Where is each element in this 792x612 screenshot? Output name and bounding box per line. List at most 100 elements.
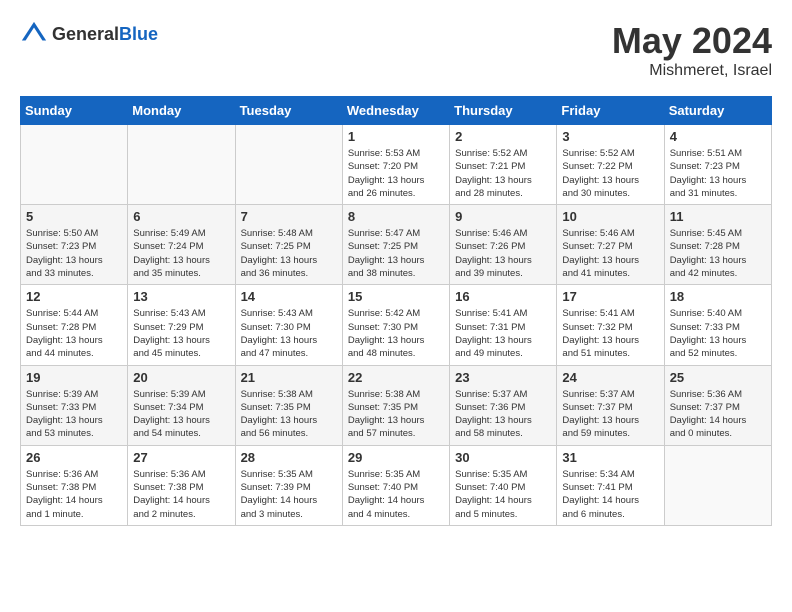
calendar-day-29: 29 Sunrise: 5:35 AM Sunset: 7:40 PM Dayli… (342, 445, 449, 525)
day-number: 6 (133, 209, 229, 224)
calendar-header-row: SundayMondayTuesdayWednesdayThursdayFrid… (21, 97, 772, 125)
day-info: Sunrise: 5:38 AM Sunset: 7:35 PM Dayligh… (348, 388, 444, 441)
calendar-day-11: 11 Sunrise: 5:45 AM Sunset: 7:28 PM Dayli… (664, 205, 771, 285)
logo-general-text: General (52, 24, 119, 44)
calendar-table: SundayMondayTuesdayWednesdayThursdayFrid… (20, 96, 772, 526)
calendar-day-4: 4Sunrise: 5:51 AM Sunset: 7:23 PM Daylig… (664, 125, 771, 205)
day-header-thursday: Thursday (450, 97, 557, 125)
day-header-saturday: Saturday (664, 97, 771, 125)
day-header-monday: Monday (128, 97, 235, 125)
day-info: Sunrise: 5:46 AM Sunset: 7:26 PM Dayligh… (455, 227, 551, 280)
day-header-sunday: Sunday (21, 97, 128, 125)
calendar-day-18: 18 Sunrise: 5:40 AM Sunset: 7:33 PM Dayli… (664, 285, 771, 365)
day-info: Sunrise: 5:37 AM Sunset: 7:37 PM Dayligh… (562, 388, 658, 441)
calendar-day-30: 30 Sunrise: 5:35 AM Sunset: 7:40 PM Dayli… (450, 445, 557, 525)
calendar-day-15: 15Sunrise: 5:42 AM Sunset: 7:30 PM Dayli… (342, 285, 449, 365)
day-info: Sunrise: 5:43 AM Sunset: 7:30 PM Dayligh… (241, 307, 337, 360)
day-info: Sunrise: 5:35 AM Sunset: 7:40 PM Dayligh… (455, 468, 551, 521)
day-number: 19 (26, 370, 122, 385)
day-info: Sunrise: 5:47 AM Sunset: 7:25 PM Dayligh… (348, 227, 444, 280)
day-info: Sunrise: 5:52 AM Sunset: 7:22 PM Dayligh… (562, 147, 658, 200)
day-number: 11 (670, 209, 766, 224)
day-info: Sunrise: 5:36 AM Sunset: 7:38 PM Dayligh… (26, 468, 122, 521)
day-number: 18 (670, 289, 766, 304)
calendar-day-12: 12 Sunrise: 5:44 AM Sunset: 7:28 PM Dayli… (21, 285, 128, 365)
day-info: Sunrise: 5:42 AM Sunset: 7:30 PM Dayligh… (348, 307, 444, 360)
calendar-day-2: 2 Sunrise: 5:52 AM Sunset: 7:21 PM Daylig… (450, 125, 557, 205)
calendar-day-8: 8 Sunrise: 5:47 AM Sunset: 7:25 PM Daylig… (342, 205, 449, 285)
day-info: Sunrise: 5:41 AM Sunset: 7:32 PM Dayligh… (562, 307, 658, 360)
calendar-day-6: 6Sunrise: 5:49 AM Sunset: 7:24 PM Daylig… (128, 205, 235, 285)
day-info: Sunrise: 5:52 AM Sunset: 7:21 PM Dayligh… (455, 147, 551, 200)
day-number: 22 (348, 370, 444, 385)
day-info: Sunrise: 5:39 AM Sunset: 7:34 PM Dayligh… (133, 388, 229, 441)
calendar-day-22: 22 Sunrise: 5:38 AM Sunset: 7:35 PM Dayli… (342, 365, 449, 445)
day-header-friday: Friday (557, 97, 664, 125)
day-info: Sunrise: 5:43 AM Sunset: 7:29 PM Dayligh… (133, 307, 229, 360)
day-number: 26 (26, 450, 122, 465)
day-info: Sunrise: 5:53 AM Sunset: 7:20 PM Dayligh… (348, 147, 444, 200)
day-number: 27 (133, 450, 229, 465)
day-info: Sunrise: 5:36 AM Sunset: 7:37 PM Dayligh… (670, 388, 766, 441)
calendar-title: May 2024 (612, 20, 772, 62)
day-info: Sunrise: 5:41 AM Sunset: 7:31 PM Dayligh… (455, 307, 551, 360)
logo: GeneralBlue (20, 20, 158, 48)
calendar-week-row: 5Sunrise: 5:50 AM Sunset: 7:23 PM Daylig… (21, 205, 772, 285)
calendar-day-21: 21Sunrise: 5:38 AM Sunset: 7:35 PM Dayli… (235, 365, 342, 445)
day-info: Sunrise: 5:50 AM Sunset: 7:23 PM Dayligh… (26, 227, 122, 280)
day-number: 24 (562, 370, 658, 385)
day-info: Sunrise: 5:34 AM Sunset: 7:41 PM Dayligh… (562, 468, 658, 521)
day-number: 1 (348, 129, 444, 144)
day-info: Sunrise: 5:46 AM Sunset: 7:27 PM Dayligh… (562, 227, 658, 280)
day-header-tuesday: Tuesday (235, 97, 342, 125)
calendar-day-26: 26 Sunrise: 5:36 AM Sunset: 7:38 PM Dayli… (21, 445, 128, 525)
day-number: 7 (241, 209, 337, 224)
calendar-day-3: 3 Sunrise: 5:52 AM Sunset: 7:22 PM Daylig… (557, 125, 664, 205)
calendar-day-14: 14 Sunrise: 5:43 AM Sunset: 7:30 PM Dayli… (235, 285, 342, 365)
calendar-day-23: 23Sunrise: 5:37 AM Sunset: 7:36 PM Dayli… (450, 365, 557, 445)
title-block: May 2024 Mishmeret, Israel (612, 20, 772, 80)
calendar-week-row: 26 Sunrise: 5:36 AM Sunset: 7:38 PM Dayli… (21, 445, 772, 525)
day-info: Sunrise: 5:36 AM Sunset: 7:38 PM Dayligh… (133, 468, 229, 521)
day-number: 28 (241, 450, 337, 465)
day-info: Sunrise: 5:44 AM Sunset: 7:28 PM Dayligh… (26, 307, 122, 360)
day-number: 21 (241, 370, 337, 385)
calendar-day-empty (235, 125, 342, 205)
calendar-day-1: 1 Sunrise: 5:53 AM Sunset: 7:20 PM Daylig… (342, 125, 449, 205)
calendar-day-16: 16 Sunrise: 5:41 AM Sunset: 7:31 PM Dayli… (450, 285, 557, 365)
day-number: 30 (455, 450, 551, 465)
day-number: 10 (562, 209, 658, 224)
calendar-day-empty (664, 445, 771, 525)
day-info: Sunrise: 5:37 AM Sunset: 7:36 PM Dayligh… (455, 388, 551, 441)
day-number: 8 (348, 209, 444, 224)
day-number: 9 (455, 209, 551, 224)
page-header: GeneralBlue May 2024 Mishmeret, Israel (20, 20, 772, 80)
calendar-week-row: 1 Sunrise: 5:53 AM Sunset: 7:20 PM Daylig… (21, 125, 772, 205)
day-number: 29 (348, 450, 444, 465)
day-number: 16 (455, 289, 551, 304)
calendar-day-empty (21, 125, 128, 205)
calendar-week-row: 19 Sunrise: 5:39 AM Sunset: 7:33 PM Dayli… (21, 365, 772, 445)
day-number: 25 (670, 370, 766, 385)
day-number: 2 (455, 129, 551, 144)
day-number: 31 (562, 450, 658, 465)
day-number: 4 (670, 129, 766, 144)
calendar-day-19: 19 Sunrise: 5:39 AM Sunset: 7:33 PM Dayli… (21, 365, 128, 445)
day-info: Sunrise: 5:40 AM Sunset: 7:33 PM Dayligh… (670, 307, 766, 360)
day-number: 14 (241, 289, 337, 304)
day-info: Sunrise: 5:35 AM Sunset: 7:40 PM Dayligh… (348, 468, 444, 521)
logo-icon (20, 20, 48, 48)
logo-blue-text: Blue (119, 24, 158, 44)
day-info: Sunrise: 5:39 AM Sunset: 7:33 PM Dayligh… (26, 388, 122, 441)
day-number: 12 (26, 289, 122, 304)
day-number: 13 (133, 289, 229, 304)
calendar-day-10: 10 Sunrise: 5:46 AM Sunset: 7:27 PM Dayli… (557, 205, 664, 285)
day-info: Sunrise: 5:35 AM Sunset: 7:39 PM Dayligh… (241, 468, 337, 521)
day-header-wednesday: Wednesday (342, 97, 449, 125)
day-info: Sunrise: 5:45 AM Sunset: 7:28 PM Dayligh… (670, 227, 766, 280)
calendar-day-13: 13 Sunrise: 5:43 AM Sunset: 7:29 PM Dayli… (128, 285, 235, 365)
calendar-day-20: 20Sunrise: 5:39 AM Sunset: 7:34 PM Dayli… (128, 365, 235, 445)
day-info: Sunrise: 5:48 AM Sunset: 7:25 PM Dayligh… (241, 227, 337, 280)
calendar-day-7: 7 Sunrise: 5:48 AM Sunset: 7:25 PM Daylig… (235, 205, 342, 285)
day-number: 3 (562, 129, 658, 144)
